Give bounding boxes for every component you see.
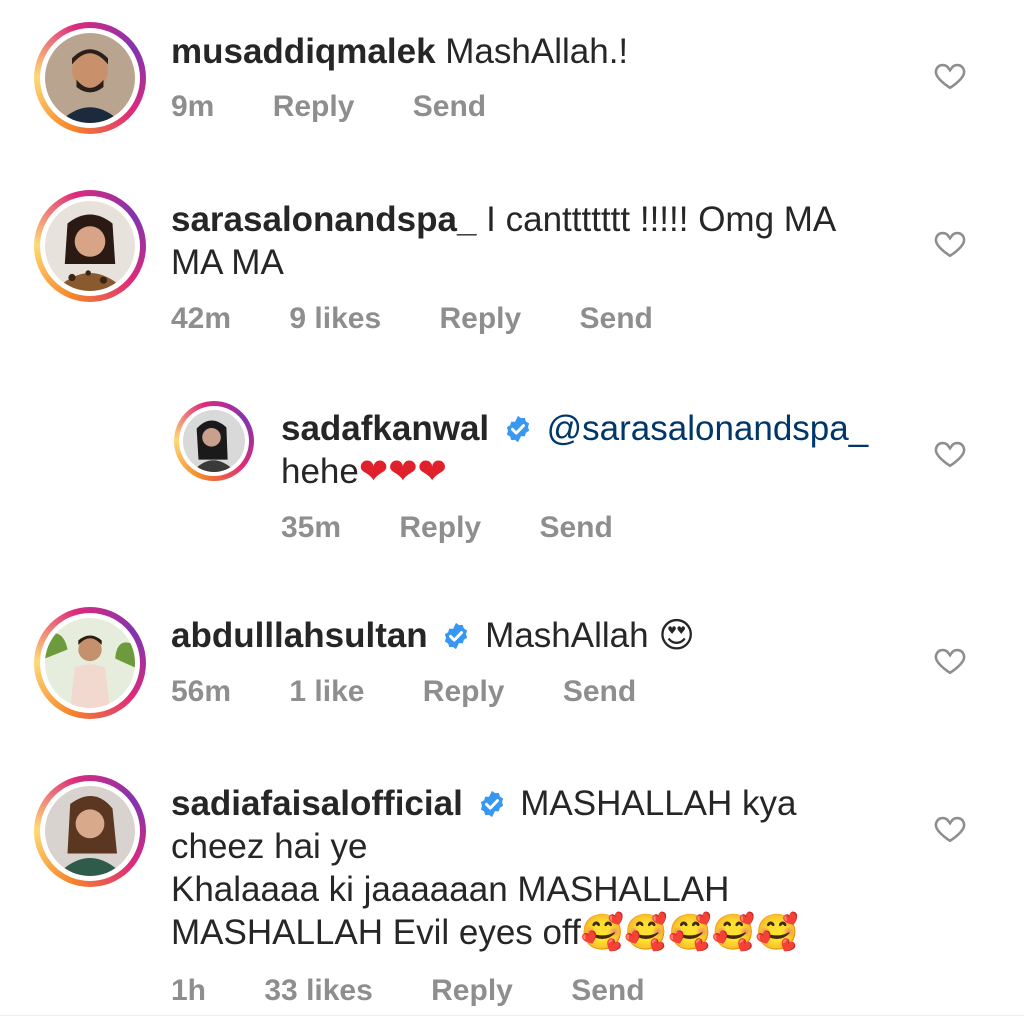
timestamp: 56m — [171, 675, 232, 708]
verified-badge-icon — [506, 415, 530, 443]
likes-count[interactable]: 1 like — [289, 675, 364, 708]
reply-button[interactable]: Reply — [273, 90, 355, 123]
timestamp: 1h — [171, 974, 207, 1007]
avatar-ring[interactable] — [174, 401, 254, 481]
avatar — [45, 33, 135, 123]
comment-text: sarasalonandspa_ I canttttttt !!!!! Omg … — [171, 198, 891, 284]
divider — [0, 1015, 1024, 1016]
comment-text: sadafkanwal @sarasalonandspa_ hehe❤❤❤ — [281, 407, 901, 494]
comment-text: abdulllahsultan MashAllah 😍 — [171, 614, 695, 658]
avatar-ring[interactable] — [34, 22, 146, 134]
comment-text: sadiafaisalofficial MASHALLAH kya cheez … — [171, 782, 891, 955]
timestamp: 9m — [171, 90, 215, 123]
send-button[interactable]: Send — [563, 675, 636, 708]
heart-emoji: ❤❤❤ — [358, 452, 447, 492]
avatar-ring[interactable] — [34, 775, 146, 887]
username[interactable]: sadiafaisalofficial — [171, 784, 463, 823]
reply-button[interactable]: Reply — [423, 675, 505, 708]
mention-link[interactable]: @sarasalonandspa_ — [547, 409, 869, 448]
send-button[interactable]: Send — [413, 90, 486, 123]
heart-outline-icon[interactable] — [933, 436, 967, 470]
username[interactable]: abdulllahsultan — [171, 616, 428, 655]
comment-body: MashAllah — [485, 616, 649, 655]
avatar — [45, 786, 135, 876]
likes-count[interactable]: 33 likes — [264, 974, 372, 1007]
username[interactable]: sadafkanwal — [281, 409, 489, 448]
avatar-ring[interactable] — [34, 607, 146, 719]
heart-outline-icon[interactable] — [933, 643, 967, 677]
timestamp: 35m — [281, 511, 342, 544]
comment-text: musaddiqmalek MashAllah.! — [171, 30, 628, 73]
comment-meta: 1h 33 likes Reply Send — [171, 974, 695, 1008]
comment-body: hehe — [281, 452, 359, 491]
comment-body-line4: MASHALLAH Evil eyes off — [171, 913, 581, 952]
verified-badge-icon — [445, 622, 468, 650]
avatar — [45, 201, 135, 291]
reply-button[interactable]: Reply — [399, 511, 481, 544]
comment-meta: 9m Reply Send — [171, 90, 536, 124]
comment-body: MashAllah.! — [445, 32, 629, 71]
comment-meta: 35m Reply Send — [281, 511, 663, 545]
comment-meta: 56m 1 like Reply Send — [171, 675, 686, 709]
avatar — [183, 410, 245, 472]
smiling-hearts-emoji: 🥰🥰🥰🥰🥰 — [580, 913, 799, 953]
heart-eyes-emoji: 😍 — [658, 616, 695, 656]
comment-body-line3: Khalaaaa ki jaaaaaan MASHALLAH — [171, 870, 730, 909]
likes-count[interactable]: 9 likes — [289, 302, 381, 335]
comment-meta: 42m 9 likes Reply Send — [171, 302, 703, 336]
verified-badge-icon — [480, 790, 503, 818]
reply-button[interactable]: Reply — [431, 974, 513, 1007]
reply-button[interactable]: Reply — [439, 302, 521, 335]
timestamp: 42m — [171, 302, 232, 335]
heart-outline-icon[interactable] — [933, 226, 967, 260]
heart-outline-icon[interactable] — [933, 811, 967, 845]
send-button[interactable]: Send — [539, 511, 612, 544]
comment-body-line2: cheez hai ye — [171, 827, 368, 866]
heart-outline-icon[interactable] — [933, 58, 967, 92]
comment-body-line1: MASHALLAH kya — [520, 784, 797, 823]
send-button[interactable]: Send — [580, 302, 653, 335]
send-button[interactable]: Send — [571, 974, 644, 1007]
avatar — [45, 618, 135, 708]
username[interactable]: musaddiqmalek — [171, 32, 436, 71]
username[interactable]: sarasalonandspa_ — [171, 200, 476, 239]
avatar-ring[interactable] — [34, 190, 146, 302]
